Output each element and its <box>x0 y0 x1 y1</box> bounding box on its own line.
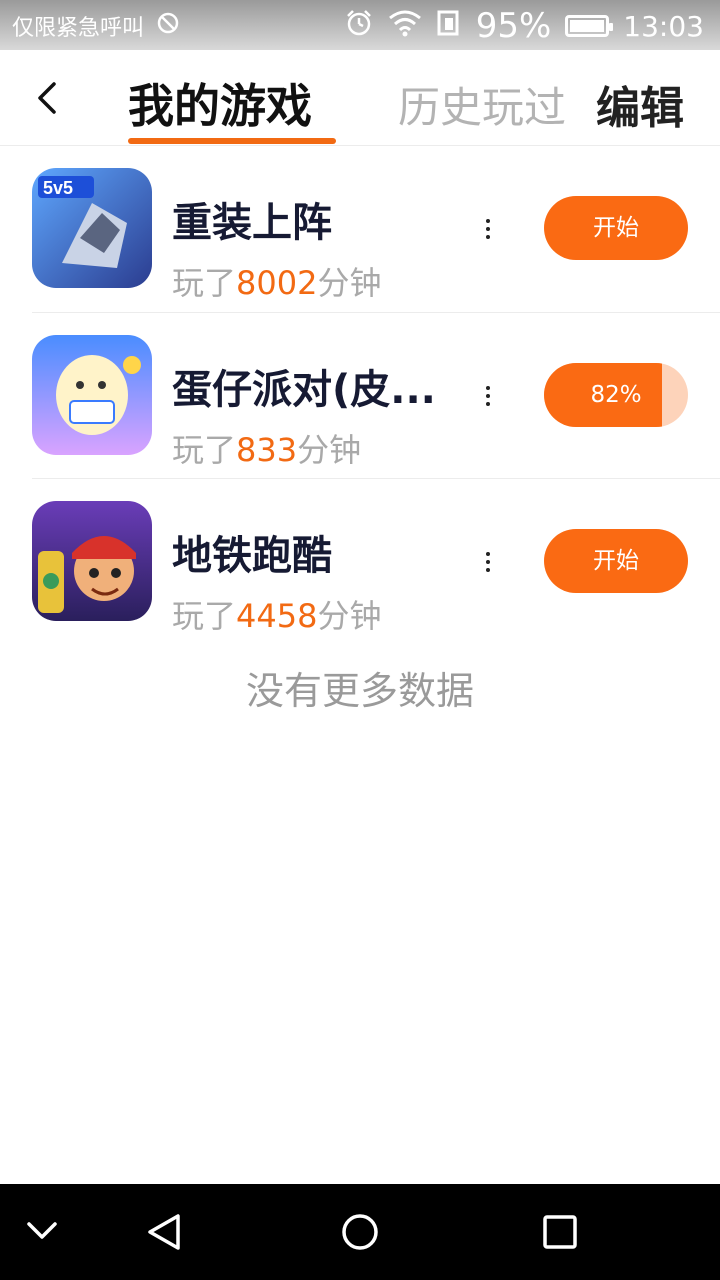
battery-icon <box>565 15 614 37</box>
game-name: 地铁跑酷 <box>172 533 332 579</box>
carrier-text: 仅限紧急呼叫 <box>12 16 145 41</box>
status-bar: 仅限紧急呼叫 95% 13:03 <box>0 0 720 50</box>
start-button[interactable]: 开始 <box>544 529 688 593</box>
list-item[interactable]: 地铁跑酷 玩了4458分钟 开始 <box>32 478 720 644</box>
collapse-icon[interactable] <box>26 1220 58 1246</box>
play-minutes: 4458 <box>236 597 318 635</box>
list-item[interactable]: 5v5 重装上阵 玩了8002分钟 开始 <box>0 146 720 312</box>
game-icon-eggy[interactable] <box>32 335 152 455</box>
play-time: 玩了833分钟 <box>172 431 362 469</box>
back-chevron-icon[interactable] <box>30 80 66 116</box>
play-time: 玩了8002分钟 <box>172 264 382 302</box>
alarm-icon <box>344 8 374 45</box>
data-icon <box>436 9 462 44</box>
edit-button[interactable]: 编辑 <box>596 72 684 136</box>
tab-active-underline <box>128 138 336 144</box>
clock: 13:03 <box>623 9 704 43</box>
recents-square-icon[interactable] <box>542 1214 578 1254</box>
top-nav: 我的游戏 历史玩过 编辑 <box>0 50 720 146</box>
more-options-icon[interactable] <box>478 549 498 575</box>
play-minutes: 833 <box>236 431 298 469</box>
download-progress-button[interactable]: 82% <box>544 363 688 427</box>
more-options-icon[interactable] <box>478 383 498 409</box>
svg-text:5v5: 5v5 <box>43 178 73 198</box>
game-list: 5v5 重装上阵 玩了8002分钟 开始 蛋仔派对(皮... 玩了833分钟 8… <box>0 146 720 644</box>
no-sim-icon <box>156 11 180 41</box>
battery-percent: 95% <box>475 6 552 46</box>
back-triangle-icon[interactable] <box>144 1212 184 1256</box>
home-circle-icon[interactable] <box>340 1212 380 1256</box>
no-more-data-text: 没有更多数据 <box>245 669 474 713</box>
system-nav-bar <box>0 1184 720 1280</box>
list-item[interactable]: 蛋仔派对(皮... 玩了833分钟 82% <box>32 312 720 478</box>
game-icon-mech[interactable]: 5v5 <box>32 168 152 288</box>
start-button[interactable]: 开始 <box>544 196 688 260</box>
game-name: 重装上阵 <box>172 200 332 246</box>
play-time: 玩了4458分钟 <box>172 597 382 635</box>
wifi-icon <box>388 9 422 44</box>
game-name: 蛋仔派对(皮... <box>172 367 436 413</box>
tab-my-games[interactable]: 我的游戏 <box>128 70 312 136</box>
more-options-icon[interactable] <box>478 216 498 242</box>
play-minutes: 8002 <box>236 264 318 302</box>
game-icon-subway[interactable] <box>32 501 152 621</box>
tab-history-played[interactable]: 历史玩过 <box>398 74 566 135</box>
